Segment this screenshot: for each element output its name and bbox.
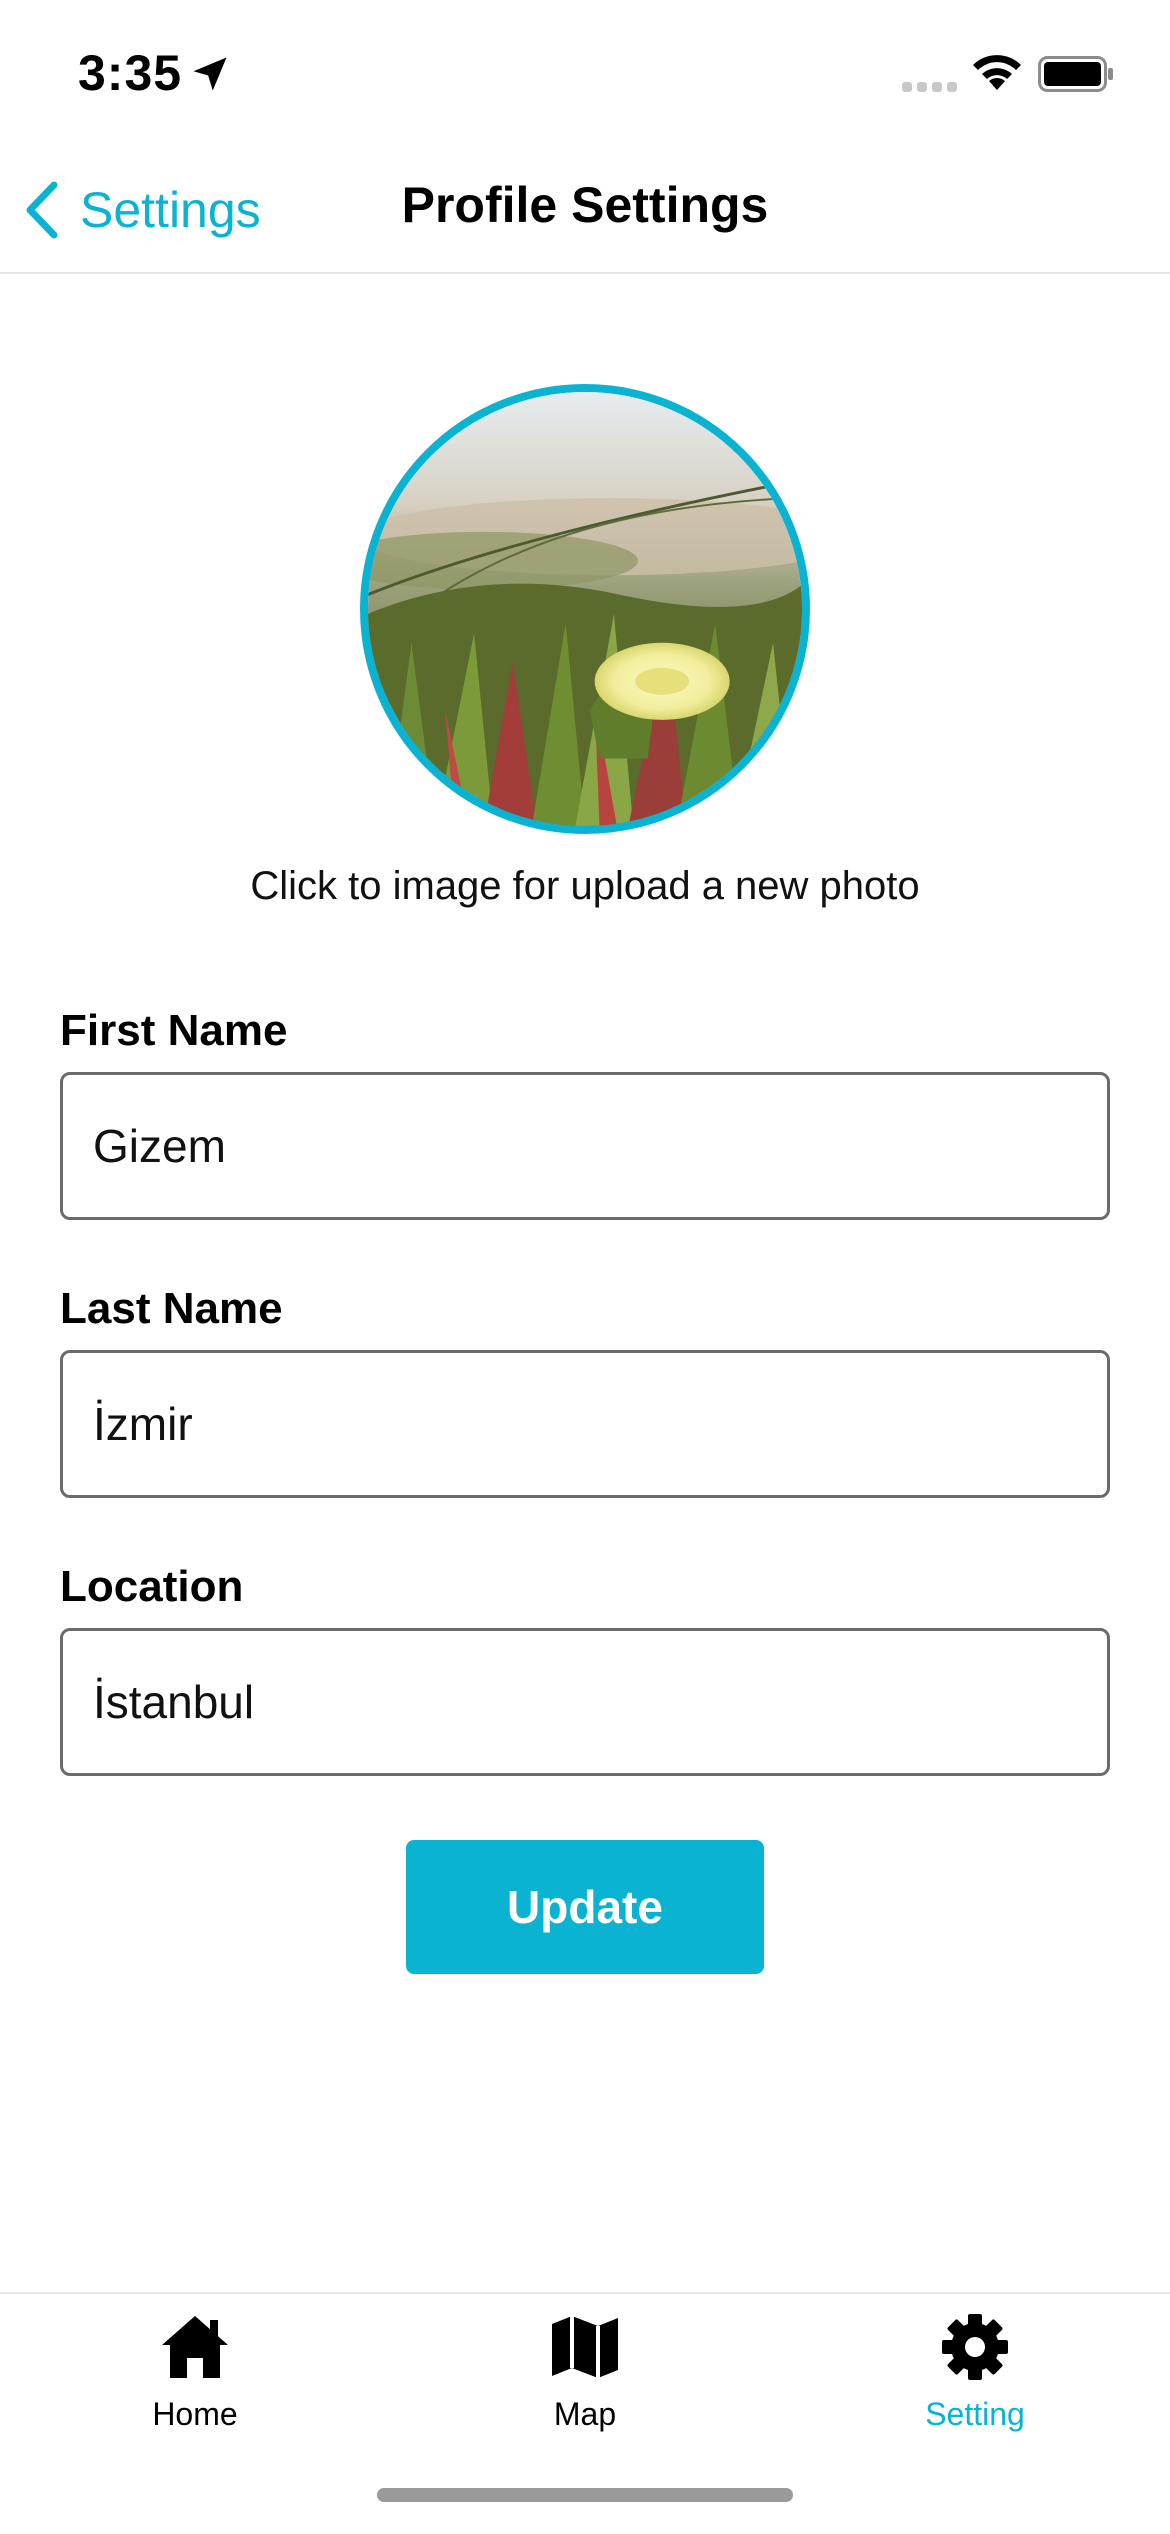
location-arrow-icon: [193, 57, 227, 91]
location-field[interactable]: [60, 1628, 1110, 1776]
back-button[interactable]: Settings: [22, 170, 261, 250]
update-button[interactable]: Update: [406, 1840, 764, 1974]
tab-map[interactable]: Map: [390, 2312, 780, 2462]
first-name-field[interactable]: [60, 1072, 1110, 1220]
wifi-icon: [973, 55, 1021, 90]
back-button-label: Settings: [80, 182, 261, 238]
upload-photo-hint: Click to image for upload a new photo: [250, 864, 920, 908]
profile-photo[interactable]: [360, 384, 810, 834]
cellular-signal-icon: [902, 82, 957, 92]
tab-setting-label: Setting: [925, 2396, 1025, 2432]
location-label: Location: [60, 1562, 244, 1611]
chevron-left-icon: [26, 181, 58, 239]
gear-icon: [942, 2314, 1008, 2380]
tab-setting[interactable]: Setting: [780, 2312, 1170, 2462]
status-time: 3:35: [78, 45, 183, 101]
tab-home[interactable]: Home: [0, 2312, 390, 2462]
first-name-label: First Name: [60, 1006, 288, 1055]
tab-map-label: Map: [553, 2396, 617, 2432]
home-indicator: [377, 2488, 793, 2502]
profile-photo-image: [368, 392, 802, 826]
last-name-label: Last Name: [60, 1284, 283, 1333]
navigation-bar: Profile Settings Settings: [0, 150, 1170, 274]
tab-home-label: Home: [152, 2396, 238, 2432]
last-name-field[interactable]: [60, 1350, 1110, 1498]
map-icon: [552, 2316, 618, 2378]
home-icon: [162, 2316, 228, 2378]
status-bar: 3:35: [0, 0, 1170, 150]
battery-icon: [1038, 56, 1113, 92]
